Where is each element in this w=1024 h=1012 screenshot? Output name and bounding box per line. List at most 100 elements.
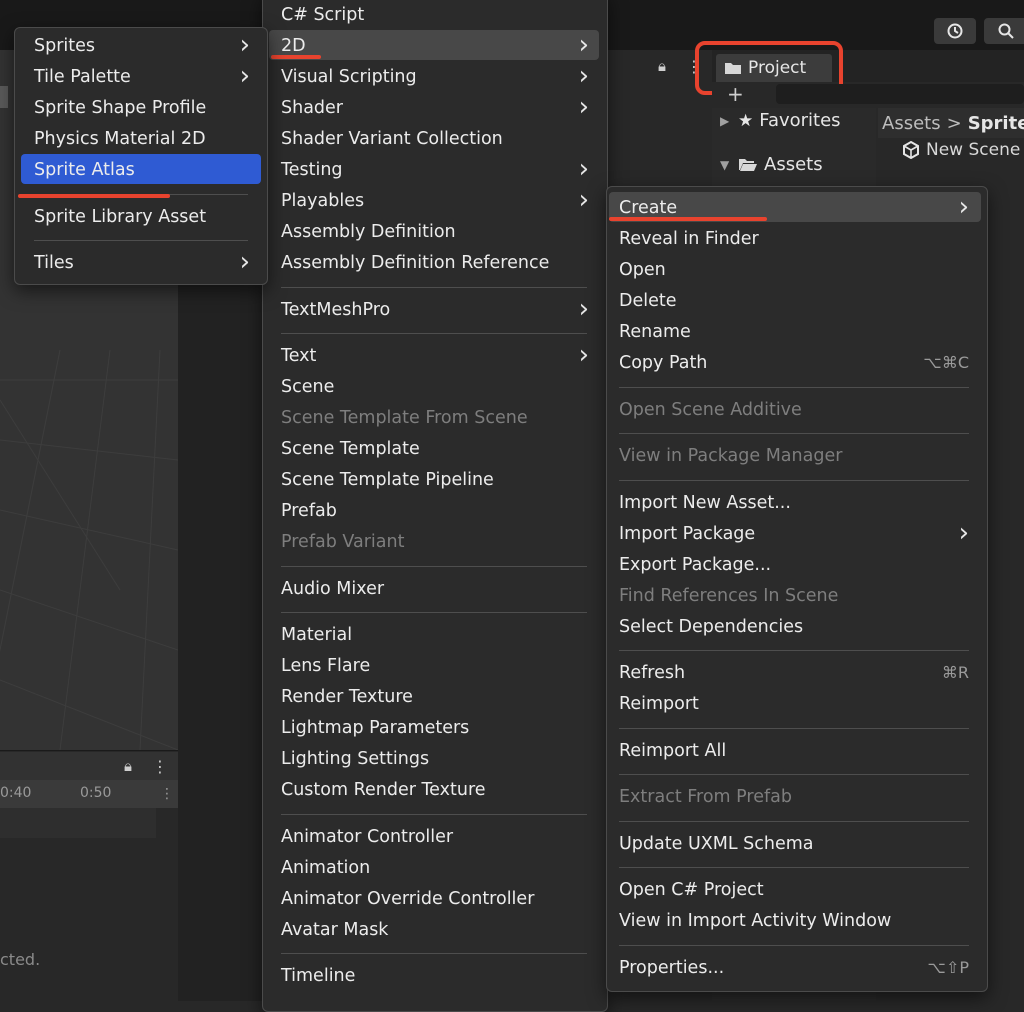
menu-item-lens-flare[interactable]: Lens Flare [281, 652, 589, 680]
menu-item-view-in-import-activity-window[interactable]: View in Import Activity Window [619, 907, 969, 935]
breadcrumb-separator: > [946, 112, 962, 134]
menu-item-label: Open Scene Additive [619, 400, 802, 420]
menu-item-label: Rename [619, 322, 691, 342]
menu-item-label: C# Script [281, 5, 365, 25]
menu-item-open-c-project[interactable]: Open C# Project [619, 876, 969, 904]
menu-item-open-scene-additive: Open Scene Additive [619, 396, 969, 424]
menu-item-scene[interactable]: Scene [281, 373, 589, 401]
menu-item-label: Tile Palette [34, 67, 131, 87]
menu-separator [281, 333, 587, 334]
menu-item-lighting-settings[interactable]: Lighting Settings [281, 745, 589, 773]
add-asset-button[interactable]: + [727, 82, 744, 106]
menu-separator [619, 650, 969, 651]
menu-item-rename[interactable]: Rename [619, 318, 969, 346]
menu-item-label: Import Package [619, 524, 756, 544]
chevron-right-icon: › [239, 247, 250, 277]
menu-item-visual-scripting[interactable]: Visual Scripting › [281, 63, 589, 91]
tree-item-assets[interactable]: ▼ Assets [720, 154, 823, 175]
tree-item-favorites[interactable]: ▶ ★ Favorites [720, 110, 841, 131]
annotation-underline [609, 217, 767, 221]
menu-item-export-package[interactable]: Export Package... [619, 551, 969, 579]
menu-item-scene-template-from-scene: Scene Template From Scene [281, 404, 589, 432]
menu-item-refresh[interactable]: Refresh ⌘R [619, 659, 969, 687]
menu-item-shader-variant-collection[interactable]: Shader Variant Collection [281, 125, 589, 153]
menu-item-label: Material [281, 625, 353, 645]
menu-item-import-new-asset[interactable]: Import New Asset... [619, 489, 969, 517]
menu-item-tile-palette[interactable]: Tile Palette › [34, 63, 250, 91]
menu-item-animation[interactable]: Animation [281, 854, 589, 882]
menu-item-render-texture[interactable]: Render Texture [281, 683, 589, 711]
menu-item-c-script[interactable]: C# Script [281, 1, 589, 29]
menu-item-copy-path[interactable]: Copy Path ⌥⌘C [619, 349, 969, 377]
menu-item-testing[interactable]: Testing › [281, 156, 589, 184]
menu-item-tiles[interactable]: Tiles › [34, 249, 250, 277]
unity-scene-icon [903, 141, 919, 159]
history-button[interactable] [934, 18, 976, 44]
menu-item-label: Export Package... [619, 555, 772, 575]
menu-item-label: View in Import Activity Window [619, 911, 892, 931]
menu-item-physics-material-2d[interactable]: Physics Material 2D [34, 125, 250, 153]
search-input[interactable] [776, 84, 1024, 104]
menu-item-label: Refresh [619, 663, 686, 683]
timeline-ruler[interactable]: 0:40 0:50 [0, 780, 178, 808]
chevron-right-icon: › [578, 61, 589, 91]
menu-item-sprite-library-asset[interactable]: Sprite Library Asset [34, 203, 250, 231]
menu-item-delete[interactable]: Delete [619, 287, 969, 315]
menu-item-label: Extract From Prefab [619, 787, 792, 807]
kebab-icon[interactable]: ⋮ [160, 786, 174, 802]
menu-item-label: Delete [619, 291, 677, 311]
menu-item-textmeshpro[interactable]: TextMeshPro › [281, 296, 589, 324]
star-icon: ★ [738, 110, 754, 131]
menu-item-audio-mixer[interactable]: Audio Mixer [281, 575, 589, 603]
menu-item-label: Animator Override Controller [281, 889, 535, 909]
menu-item-properties[interactable]: Properties... ⌥⇧P [619, 954, 969, 982]
search-button[interactable] [984, 18, 1024, 44]
lock-icon[interactable]: 🔒︎ [658, 57, 666, 75]
menu-item-reimport-all[interactable]: Reimport All [619, 737, 969, 765]
menu-item-scene-template-pipeline[interactable]: Scene Template Pipeline [281, 466, 589, 494]
menu-item-animator-controller[interactable]: Animator Controller [281, 823, 589, 851]
menu-item-sprite-atlas[interactable]: Sprite Atlas [34, 156, 250, 184]
menu-item-select-dependencies[interactable]: Select Dependencies [619, 613, 969, 641]
menu-item-animator-override-controller[interactable]: Animator Override Controller [281, 885, 589, 913]
breadcrumb-current[interactable]: SpriteA [968, 113, 1024, 134]
menu-item-prefab[interactable]: Prefab [281, 497, 589, 525]
breadcrumb-root[interactable]: Assets [882, 113, 941, 134]
menu-item-reveal-in-finder[interactable]: Reveal in Finder [619, 225, 969, 253]
menu-item-text[interactable]: Text › [281, 342, 589, 370]
menu-item-label: Select Dependencies [619, 617, 804, 637]
menu-item-label: View in Package Manager [619, 446, 843, 466]
folder-open-icon [739, 159, 757, 171]
menu-item-reimport[interactable]: Reimport [619, 690, 969, 718]
menu-item-custom-render-texture[interactable]: Custom Render Texture [281, 776, 589, 804]
menu-item-sprite-shape-profile[interactable]: Sprite Shape Profile [34, 94, 250, 122]
menu-item-label: Timeline [281, 966, 356, 986]
menu-item-label: Scene Template [281, 439, 420, 459]
menu-item-sprites[interactable]: Sprites › [34, 32, 250, 60]
menu-item-assembly-definition[interactable]: Assembly Definition [281, 218, 589, 246]
menu-item-label: Lens Flare [281, 656, 371, 676]
menu-item-2d[interactable]: 2D › [281, 32, 589, 60]
menu-item-shader[interactable]: Shader › [281, 94, 589, 122]
annotation-underline [271, 55, 321, 59]
menu-item-playables[interactable]: Playables › [281, 187, 589, 215]
menu-separator [619, 387, 969, 388]
menu-item-lightmap-parameters[interactable]: Lightmap Parameters [281, 714, 589, 742]
project-context-menu: Create › Reveal in Finder Open Delete Rename C… [606, 186, 988, 992]
menu-item-label: Sprite Shape Profile [34, 98, 207, 118]
menu-item-import-package[interactable]: Import Package › [619, 520, 969, 548]
menu-item-timeline[interactable]: Timeline [281, 962, 589, 990]
create-submenu: C# Script 2D › Visual Scripting › Shader › Shad… [262, 0, 608, 1012]
asset-new-scene[interactable]: New Scene [902, 140, 1020, 160]
menu-item-scene-template[interactable]: Scene Template [281, 435, 589, 463]
kebab-icon[interactable]: ⋮ [152, 757, 168, 776]
timeline-track [0, 808, 156, 838]
shortcut-label: ⌥⌘C [923, 353, 969, 372]
chevron-right-icon: › [578, 340, 589, 370]
menu-item-update-uxml-schema[interactable]: Update UXML Schema [619, 830, 969, 858]
menu-item-assembly-definition-reference[interactable]: Assembly Definition Reference [281, 249, 589, 277]
menu-item-avatar-mask[interactable]: Avatar Mask [281, 916, 589, 944]
menu-item-material[interactable]: Material [281, 621, 589, 649]
lock-icon[interactable]: 🔒︎ [124, 757, 132, 775]
menu-item-open[interactable]: Open [619, 256, 969, 284]
